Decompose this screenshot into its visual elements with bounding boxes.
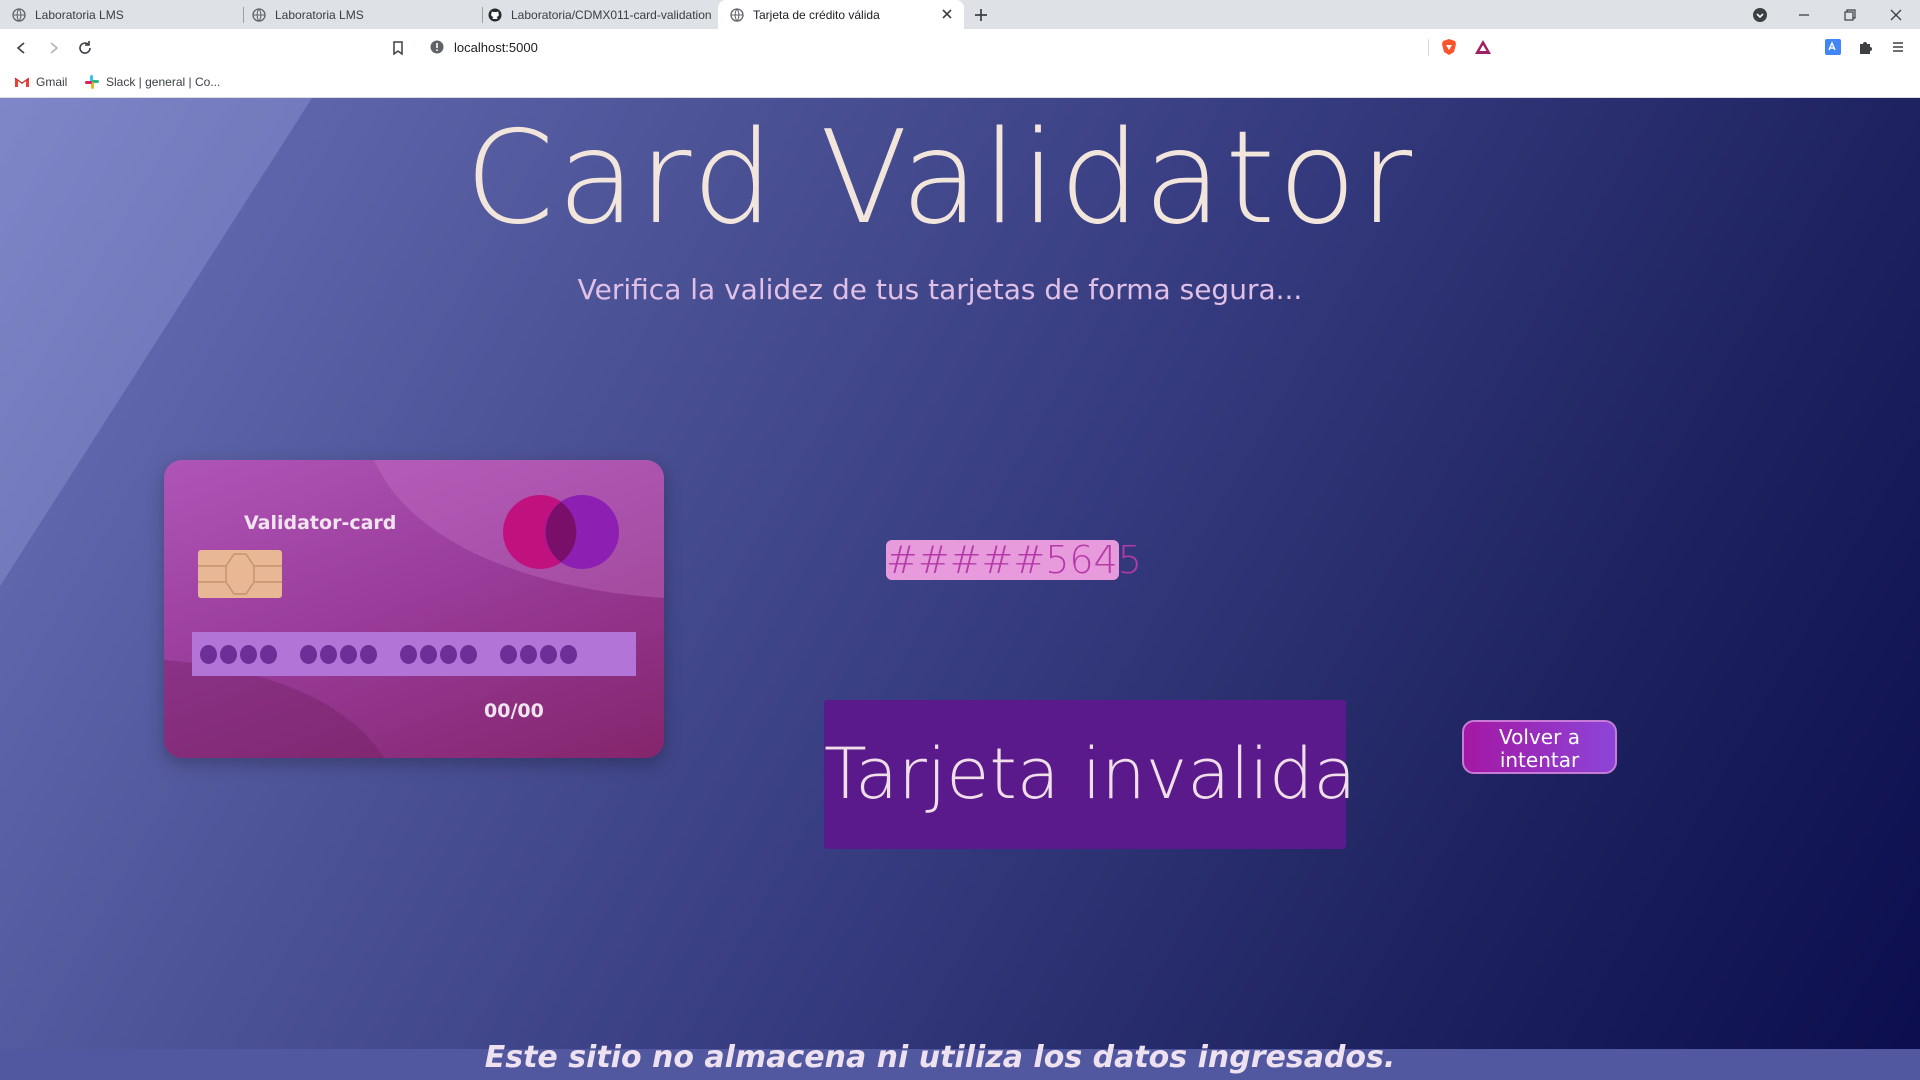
card-number-dot (460, 644, 477, 664)
close-window-button[interactable] (1885, 4, 1907, 26)
card-number-dot (300, 644, 317, 664)
validation-result: Tarjeta invalida (824, 700, 1356, 849)
bookmark-label: Gmail (36, 75, 68, 89)
url-text[interactable]: localhost:5000 (454, 40, 538, 55)
card-number-dot (220, 644, 237, 664)
page-viewport: Card Validator Verifica la validez de tu… (0, 98, 1920, 1080)
bookmark-button[interactable] (388, 38, 408, 58)
card-number-dot-group (500, 644, 580, 664)
tab-title: Laboratoria LMS (275, 7, 364, 22)
browser-toolbar: localhost:5000 (0, 29, 1920, 66)
bookmark-gmail[interactable]: Gmail (14, 74, 67, 90)
card-brand-label: Validator-card (244, 512, 397, 534)
card-number-dot-group (200, 644, 280, 664)
card-number-dot (520, 644, 537, 664)
bookmarks-bar: Gmail Slack | general | Co... (0, 66, 1920, 98)
card-number-dot (500, 644, 517, 664)
card-number-dot (400, 644, 417, 664)
bookmark-label: Slack | general | Co... (106, 75, 221, 89)
card-number-dot (340, 644, 357, 664)
masked-card-number: #####5645 (886, 538, 1142, 582)
tab-laboratoria-lms-2[interactable]: Laboratoria LMS (240, 0, 480, 29)
tab-title: Laboratoria LMS (35, 7, 124, 22)
github-icon (488, 8, 502, 22)
tab-search-button[interactable] (1749, 4, 1771, 26)
page-title: Card Validator (464, 104, 1416, 253)
restore-button[interactable] (1839, 4, 1861, 26)
plus-icon (975, 9, 987, 21)
tab-laboratoria-lms-1[interactable]: Laboratoria LMS (0, 0, 240, 29)
site-info-icon[interactable] (430, 40, 444, 54)
card-number-placeholder (192, 632, 636, 676)
translate-extension-icon[interactable] (1824, 38, 1842, 56)
restore-icon (1844, 9, 1856, 21)
address-bar[interactable]: localhost:5000 (420, 33, 1498, 61)
extensions-puzzle-icon[interactable] (1857, 38, 1875, 56)
page-subtitle: Verifica la validez de tus tarjetas de f… (577, 273, 1303, 306)
card-number-dot-group (300, 644, 380, 664)
close-icon (1890, 9, 1902, 21)
globe-icon (12, 7, 26, 22)
card-number-dot (200, 644, 217, 664)
reload-icon (79, 41, 91, 54)
tab-github-repo[interactable]: Laboratoria/CDMX011-card-validation (476, 0, 716, 29)
bookmark-icon (393, 41, 403, 56)
credit-card-illustration: Validator-card 00/00 (164, 460, 664, 758)
forward-button[interactable] (43, 38, 63, 58)
tab-title: Tarjeta de crédito válida (753, 7, 880, 22)
minimize-button[interactable] (1793, 4, 1815, 26)
card-number-dot-group (400, 644, 480, 664)
card-number-dot (260, 644, 277, 664)
bookmark-slack[interactable]: Slack | general | Co... (84, 74, 220, 90)
rewards-icon[interactable] (1474, 38, 1492, 56)
reload-button[interactable] (75, 38, 95, 58)
forward-arrow-icon (50, 42, 59, 54)
menu-icon[interactable] (1889, 38, 1907, 56)
globe-icon (252, 7, 266, 22)
chevron-down-icon (1753, 8, 1767, 22)
omnibox-divider (1428, 39, 1429, 56)
card-network-logo-icon (503, 495, 619, 569)
card-number-dot (360, 644, 377, 664)
chip-icon (198, 550, 282, 598)
footer-disclaimer: Este sitio no almacena ni utiliza los da… (484, 1040, 1396, 1075)
card-expiry: 00/00 (484, 700, 544, 722)
gmail-icon (14, 74, 30, 90)
new-tab-button[interactable] (971, 5, 991, 25)
close-icon[interactable] (940, 7, 954, 21)
brave-shield-icon[interactable] (1440, 38, 1458, 56)
card-number-dot (420, 644, 437, 664)
back-button[interactable] (12, 38, 32, 58)
tab-title: Laboratoria/CDMX011-card-validation (511, 7, 712, 22)
card-number-dot (320, 644, 337, 664)
card-number-dot (560, 644, 577, 664)
minimize-icon (1799, 14, 1809, 16)
tab-strip: Laboratoria LMS Laboratoria LMS Laborato… (0, 0, 1920, 29)
card-number-dot (540, 644, 557, 664)
tab-active[interactable]: Tarjeta de crédito válida (718, 0, 964, 29)
retry-button[interactable]: Volver a intentar (1462, 720, 1617, 774)
globe-icon (730, 7, 744, 22)
back-arrow-icon (16, 42, 25, 54)
card-number-dot (240, 644, 257, 664)
slack-icon (84, 74, 100, 90)
card-number-dot (440, 644, 457, 664)
